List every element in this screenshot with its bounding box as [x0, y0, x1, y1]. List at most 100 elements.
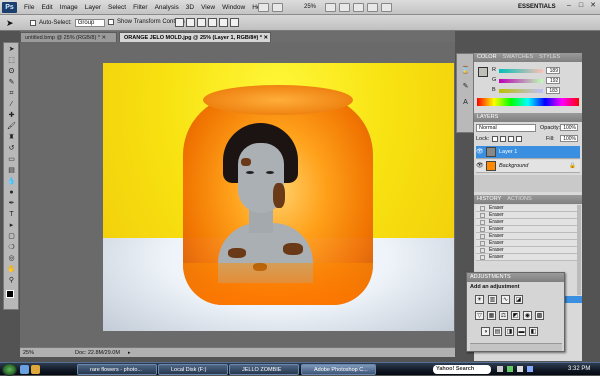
auto-select-dropdown[interactable]: Group	[74, 19, 106, 27]
tab-untitled[interactable]: untitled.bmp @ 25% (RGB/8) * ✕	[20, 32, 117, 42]
align-center-icon[interactable]	[219, 18, 228, 27]
current-color-swatch[interactable]	[478, 67, 488, 77]
bridge-button[interactable]	[258, 3, 269, 12]
history-brush-source-icon[interactable]	[480, 206, 485, 211]
taskbar-button-local-disk[interactable]: Local Disk (F:)	[158, 364, 228, 375]
align-right-icon[interactable]	[230, 18, 239, 27]
history-brush-source-icon[interactable]	[480, 248, 485, 253]
dodge-tool-icon[interactable]: ●	[6, 188, 17, 197]
menu-image[interactable]: Image	[60, 0, 78, 15]
curves-icon[interactable]: ∿	[501, 295, 510, 304]
tray-icon[interactable]	[497, 366, 503, 372]
minimize-icon[interactable]: –	[565, 2, 573, 10]
crop-tool-icon[interactable]: ⌗	[6, 89, 17, 98]
taskbar-button-rare-flowers[interactable]: rare flowers - photo...	[77, 364, 157, 375]
invert-icon[interactable]: ◑	[481, 327, 490, 336]
gradient-map-icon[interactable]: ▬	[517, 327, 526, 336]
foreground-color-swatch[interactable]	[6, 290, 14, 298]
type-tool-icon[interactable]: T	[6, 210, 17, 219]
history-brush-source-icon[interactable]	[480, 220, 485, 225]
tab-color[interactable]: COLOR	[477, 53, 497, 62]
red-slider[interactable]	[498, 68, 543, 73]
zoom-tool-button[interactable]	[339, 3, 350, 12]
move-tool-icon[interactable]: ➤	[6, 18, 14, 28]
history-brush-source-icon[interactable]	[480, 213, 485, 218]
menu-layer[interactable]: Layer	[85, 0, 101, 15]
mini-bridge-button[interactable]	[272, 3, 283, 12]
lock-position-icon[interactable]	[508, 136, 514, 142]
lasso-tool-icon[interactable]: ʘ	[6, 67, 17, 76]
tab-swatches[interactable]: SWATCHES	[503, 53, 534, 62]
menu-select[interactable]: Select	[108, 0, 126, 15]
arrange-documents-button[interactable]	[367, 3, 378, 12]
history-brush-source-icon[interactable]	[480, 255, 485, 260]
brightness-contrast-icon[interactable]: ☀	[475, 295, 484, 304]
quick-launch-icon[interactable]	[31, 365, 40, 374]
brush-tool-icon[interactable]: 🖌	[6, 122, 17, 131]
show-desktop-icon[interactable]	[20, 365, 29, 374]
screen-mode-button[interactable]	[381, 3, 392, 12]
hue-saturation-icon[interactable]: ▦	[487, 311, 496, 320]
menu-view[interactable]: View	[201, 0, 215, 15]
red-value[interactable]: 189	[545, 67, 560, 74]
eyedropper-tool-icon[interactable]: ⁄	[6, 100, 17, 109]
tray-icon[interactable]	[507, 366, 513, 372]
history-brush-source-icon[interactable]	[480, 241, 485, 246]
opacity-value[interactable]: 100%	[560, 124, 578, 131]
close-icon[interactable]: ✕	[589, 2, 597, 10]
visibility-eye-icon[interactable]: 👁	[476, 149, 484, 156]
blur-tool-icon[interactable]: 💧	[6, 177, 17, 186]
rotate-view-button[interactable]	[353, 3, 364, 12]
align-top-icon[interactable]	[175, 18, 184, 27]
visibility-eye-icon[interactable]: 👁	[476, 163, 484, 170]
yahoo-search-box[interactable]: Yahoo! Search	[433, 365, 491, 374]
3d-camera-tool-icon[interactable]: ◎	[6, 254, 17, 263]
layer-row-layer-1[interactable]: 👁 Layer 1	[476, 146, 580, 159]
healing-brush-tool-icon[interactable]: ✚	[6, 111, 17, 120]
status-arrow-icon[interactable]: ▸	[128, 350, 133, 356]
tab-styles[interactable]: STYLES	[539, 53, 560, 62]
photo-filter-icon[interactable]: ◉	[523, 311, 532, 320]
selective-color-icon[interactable]: ◧	[529, 327, 538, 336]
tab-orange-jelo-mold[interactable]: ORANGE JELO MOLD.jpg @ 25% (Layer 1, RGB…	[119, 32, 271, 42]
path-select-tool-icon[interactable]: ▸	[6, 221, 17, 230]
hand-tool-button[interactable]	[325, 3, 336, 12]
menu-3d[interactable]: 3D	[186, 0, 194, 15]
history-item[interactable]: Eraser	[476, 254, 577, 262]
fill-value[interactable]: 100%	[560, 135, 578, 142]
clone-stamp-tool-icon[interactable]: ♜	[6, 133, 17, 142]
align-bottom-icon[interactable]	[197, 18, 206, 27]
green-slider[interactable]	[499, 78, 544, 83]
start-button-icon[interactable]	[2, 363, 17, 376]
marquee-tool-icon[interactable]: ⬚	[6, 56, 17, 65]
tab-actions[interactable]: ACTIONS	[507, 195, 531, 204]
3d-rotate-tool-icon[interactable]: ❍	[6, 243, 17, 252]
brush-panel-icon[interactable]: ✎	[460, 82, 471, 91]
history-brush-tool-icon[interactable]: ↺	[6, 144, 17, 153]
menu-window[interactable]: Window	[222, 0, 245, 15]
tab-layers[interactable]: LAYERS	[477, 113, 498, 122]
pen-tool-icon[interactable]: ✒	[6, 199, 17, 208]
exposure-icon[interactable]: ◪	[514, 295, 523, 304]
hand-tool-icon[interactable]: ✋	[6, 265, 17, 274]
channel-mixer-icon[interactable]: ▩	[535, 311, 544, 320]
blue-value[interactable]: 183	[545, 87, 560, 94]
document-image[interactable]	[103, 63, 454, 331]
tab-history[interactable]: HISTORY	[477, 195, 501, 204]
move-tool-icon[interactable]: ➤	[6, 45, 17, 54]
green-value[interactable]: 192	[546, 77, 561, 84]
align-middle-icon[interactable]	[186, 18, 195, 27]
quick-select-tool-icon[interactable]: ✎	[6, 78, 17, 87]
history-panel-icon[interactable]: ⌛	[460, 66, 471, 75]
history-scrollbar[interactable]	[577, 205, 581, 295]
system-clock[interactable]: 3:32 PM	[568, 363, 590, 376]
status-zoom[interactable]: 25%	[23, 348, 34, 358]
lock-transparency-icon[interactable]	[492, 136, 498, 142]
vibrance-icon[interactable]: ▽	[475, 311, 484, 320]
zoom-level[interactable]: 25%	[304, 0, 316, 15]
eraser-tool-icon[interactable]: ▭	[6, 155, 17, 164]
menu-filter[interactable]: Filter	[133, 0, 147, 15]
align-left-icon[interactable]	[208, 18, 217, 27]
blue-slider[interactable]	[498, 88, 543, 93]
history-brush-source-icon[interactable]	[480, 227, 485, 232]
